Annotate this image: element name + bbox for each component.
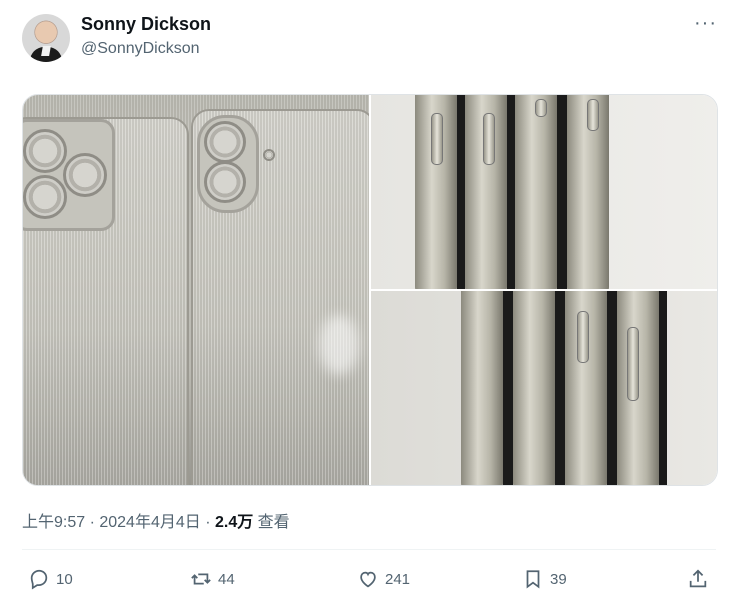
phone-side-frame bbox=[461, 291, 503, 485]
side-button bbox=[431, 113, 443, 165]
tweet-timestamp[interactable]: 上午9:57 · 2024年4月4日 · bbox=[22, 514, 215, 531]
camera-lens bbox=[63, 153, 107, 197]
frame-gap bbox=[557, 95, 567, 289]
retweet-button[interactable]: 44 bbox=[190, 568, 235, 590]
side-button bbox=[627, 327, 639, 401]
camera-lens bbox=[23, 175, 67, 219]
views-count: 2.4万 bbox=[214, 514, 254, 531]
side-button bbox=[587, 99, 599, 131]
bookmark-icon bbox=[526, 570, 540, 589]
media-photo-side-buttons-bottom[interactable] bbox=[371, 291, 717, 485]
author-name[interactable]: Sonny Dickson bbox=[81, 14, 211, 35]
views-label: 查看 bbox=[253, 514, 290, 531]
camera-lens bbox=[204, 121, 246, 163]
tweet-timestamp-views: 上午9:57 · 2024年4月4日 · 2.4万 查看 bbox=[22, 508, 290, 532]
camera-lens bbox=[204, 161, 246, 203]
like-button[interactable]: 241 bbox=[357, 568, 410, 590]
bookmark-count: 39 bbox=[550, 570, 567, 588]
frame-gap bbox=[503, 291, 513, 485]
retweet-count: 44 bbox=[218, 570, 235, 588]
frame-gap bbox=[607, 291, 617, 485]
share-icon bbox=[689, 569, 707, 588]
more-horizontal-icon: ··· bbox=[694, 12, 717, 34]
side-button bbox=[577, 311, 589, 363]
reply-count: 10 bbox=[56, 570, 73, 588]
phone-side-frame bbox=[513, 291, 555, 485]
frame-gap bbox=[507, 95, 515, 289]
author-handle[interactable]: @SonnyDickson bbox=[81, 40, 200, 58]
divider bbox=[22, 549, 716, 550]
media-photo-back-covers[interactable] bbox=[23, 95, 369, 485]
reply-icon bbox=[30, 569, 48, 590]
light-glare bbox=[319, 315, 359, 375]
camera-flash bbox=[263, 149, 275, 161]
camera-lens bbox=[23, 129, 67, 173]
frame-gap bbox=[457, 95, 465, 289]
retweet-icon bbox=[191, 573, 211, 585]
reply-button[interactable]: 10 bbox=[28, 568, 73, 590]
side-button bbox=[535, 99, 547, 117]
bookmark-button[interactable]: 39 bbox=[522, 568, 567, 590]
author-avatar[interactable] bbox=[22, 14, 70, 62]
frame-gap bbox=[555, 291, 565, 485]
heart-icon bbox=[360, 571, 376, 588]
tweet-media-grid bbox=[22, 94, 718, 486]
phone-side-frame bbox=[515, 95, 557, 289]
side-button bbox=[483, 113, 495, 165]
media-photo-side-buttons-top[interactable] bbox=[371, 95, 717, 289]
frame-gap bbox=[659, 291, 667, 485]
more-options-button[interactable]: ··· bbox=[694, 12, 717, 35]
share-button[interactable] bbox=[687, 568, 709, 590]
like-count: 241 bbox=[385, 570, 411, 588]
